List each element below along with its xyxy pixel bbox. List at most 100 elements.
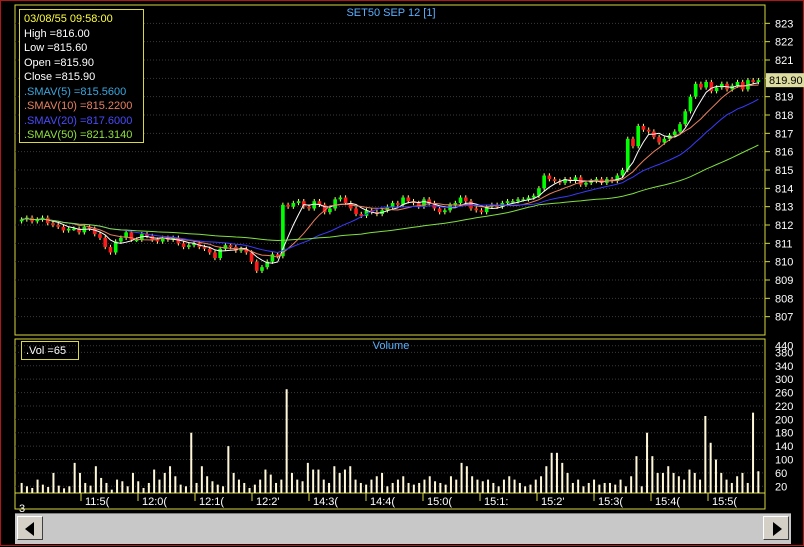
volume-bar bbox=[487, 479, 490, 493]
candle-up bbox=[458, 197, 463, 203]
volume-bar bbox=[709, 442, 712, 493]
volume-bar bbox=[349, 466, 352, 493]
candle-down bbox=[406, 197, 411, 202]
volume-bar bbox=[529, 484, 532, 493]
volume-bar bbox=[391, 482, 394, 493]
volume-bar bbox=[174, 476, 177, 493]
candle-up bbox=[510, 201, 515, 203]
volume-bar bbox=[269, 474, 272, 493]
volume-bar bbox=[550, 452, 553, 493]
candle-up bbox=[291, 203, 296, 207]
volume-bar bbox=[614, 484, 617, 493]
volume-bar bbox=[36, 479, 39, 493]
volume-bar bbox=[25, 486, 28, 493]
volume-bar bbox=[184, 486, 187, 493]
candle-up bbox=[704, 82, 708, 88]
info-sma5: .SMAV(5) =815.5600 bbox=[24, 85, 127, 98]
volume-bar bbox=[582, 486, 585, 493]
candle-down bbox=[657, 137, 661, 143]
candle-up bbox=[672, 131, 677, 136]
candle-down bbox=[547, 175, 552, 180]
candle-up bbox=[584, 182, 588, 185]
volume-bar bbox=[646, 432, 649, 493]
volume-bar bbox=[730, 482, 733, 493]
volume-bar bbox=[105, 482, 108, 493]
volume-bar bbox=[444, 484, 447, 493]
volume-bar bbox=[534, 479, 537, 493]
candle-down bbox=[213, 252, 217, 258]
volume-bar bbox=[333, 466, 336, 493]
volume-bar bbox=[725, 479, 728, 493]
volume-bar bbox=[736, 476, 739, 493]
volume-bar bbox=[407, 482, 410, 493]
price-tick-label: 816 bbox=[775, 147, 793, 159]
volume-tick-label: 180 bbox=[775, 428, 793, 440]
volume-bar bbox=[561, 462, 564, 493]
volume-bar bbox=[147, 482, 150, 493]
scroll-right-button[interactable] bbox=[763, 516, 789, 540]
horizontal-scrollbar[interactable] bbox=[15, 513, 791, 544]
volume-bar bbox=[322, 479, 325, 493]
time-tick-label: 15:5( bbox=[712, 496, 737, 508]
volume-bar bbox=[513, 479, 516, 493]
volume-bar bbox=[338, 472, 341, 493]
candle-up bbox=[531, 195, 536, 198]
info-low: Low =815.60 bbox=[24, 42, 88, 54]
volume-bar bbox=[137, 481, 140, 493]
candle-up bbox=[688, 96, 693, 112]
volume-bar bbox=[651, 456, 654, 493]
candle-down bbox=[437, 208, 442, 213]
candle-down bbox=[631, 138, 635, 147]
candle-up bbox=[662, 138, 667, 143]
volume-bar bbox=[635, 456, 638, 493]
price-tick-label: 810 bbox=[775, 257, 793, 269]
candle-down bbox=[641, 126, 646, 130]
candle-down bbox=[202, 247, 207, 249]
volume-bar bbox=[746, 482, 749, 493]
volume-bar bbox=[89, 485, 92, 493]
last-price-label: 819.90 bbox=[769, 75, 803, 87]
info-sma50: .SMAV(50) =821.3140 bbox=[24, 129, 133, 141]
volume-bar bbox=[78, 472, 81, 493]
volume-tick-label: 220 bbox=[775, 401, 793, 413]
volume-bar bbox=[704, 416, 707, 493]
volume-tick-label: 140 bbox=[775, 441, 793, 453]
candle-down bbox=[474, 208, 479, 211]
price-tick-label: 821 bbox=[775, 55, 793, 67]
candle-down bbox=[343, 197, 348, 203]
info-sma10: .SMAV(10) =815.2200 bbox=[24, 100, 133, 112]
volume-bar bbox=[667, 466, 670, 493]
candle-down bbox=[286, 204, 290, 207]
volume-bar bbox=[598, 484, 601, 493]
volume-bar bbox=[714, 459, 717, 493]
volume-bar bbox=[163, 472, 166, 493]
volume-bar bbox=[200, 466, 203, 493]
volume-bar bbox=[47, 486, 50, 493]
price-tick-label: 809 bbox=[775, 275, 793, 287]
volume-panel-title: Volume bbox=[373, 340, 410, 352]
volume-bar bbox=[757, 471, 760, 493]
volume-bar bbox=[248, 487, 251, 493]
volume-bar bbox=[396, 479, 399, 493]
info-datetime: 03/08/55 09:58:00 bbox=[24, 13, 113, 25]
volume-bar bbox=[428, 476, 431, 493]
candle-up bbox=[296, 201, 301, 203]
volume-bar bbox=[306, 462, 309, 493]
price-tick-label: 823 bbox=[775, 18, 793, 30]
volume-bar bbox=[661, 472, 664, 493]
scroll-left-button[interactable] bbox=[17, 516, 43, 540]
volume-bar bbox=[131, 472, 134, 493]
time-tick-label: 15:3( bbox=[598, 496, 623, 508]
volume-bar bbox=[290, 472, 293, 493]
candle-up bbox=[134, 239, 139, 242]
volume-bar bbox=[84, 482, 87, 493]
volume-bar bbox=[471, 476, 474, 493]
volume-bar bbox=[317, 469, 320, 493]
candle-up bbox=[260, 267, 264, 271]
volume-bar bbox=[312, 469, 315, 493]
volume-bar bbox=[677, 476, 680, 493]
candle-down bbox=[228, 245, 233, 247]
volume-tick-label: 200 bbox=[775, 414, 793, 426]
price-tick-label: 817 bbox=[775, 128, 793, 140]
volume-bar bbox=[683, 479, 686, 493]
